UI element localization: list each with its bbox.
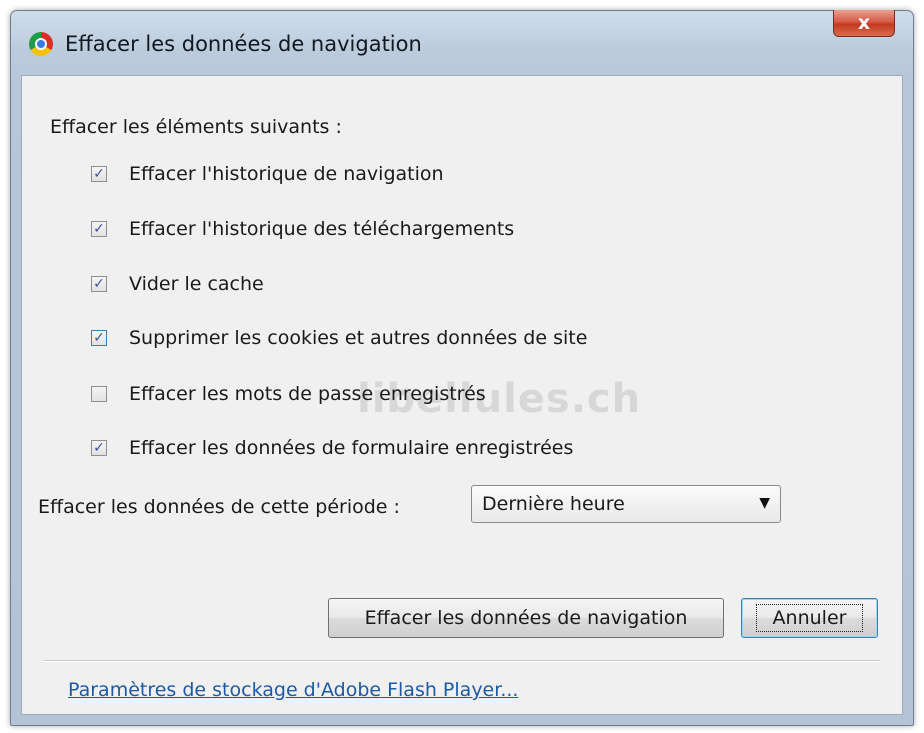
checkbox-passwords[interactable] [91, 386, 107, 402]
checkmark-icon: ✓ [93, 330, 105, 346]
divider [44, 660, 880, 662]
cancel-button[interactable]: Annuler [741, 598, 878, 638]
option-label: Effacer l'historique de navigation [129, 163, 444, 185]
checkmark-icon: ✓ [93, 166, 105, 182]
checkbox-download-history[interactable]: ✓ [91, 221, 107, 237]
option-browsing-history[interactable]: ✓ Effacer l'historique de navigation [91, 160, 444, 188]
period-select-value: Dernière heure [482, 493, 625, 515]
cancel-button-label: Annuler [755, 604, 864, 632]
option-label: Effacer les données de formulaire enregi… [129, 437, 574, 459]
flash-storage-link[interactable]: Paramètres de stockage d'Adobe Flash Pla… [68, 679, 518, 701]
title-bar[interactable]: Effacer les données de navigation x [11, 10, 913, 73]
section-label: Effacer les éléments suivants : [50, 116, 342, 138]
dropdown-arrow-icon: ▼ [759, 495, 770, 511]
period-label: Effacer les données de cette période : [38, 496, 400, 518]
checkmark-icon: ✓ [93, 221, 105, 237]
clear-data-button-label: Effacer les données de navigation [364, 607, 688, 629]
option-download-history[interactable]: ✓ Effacer l'historique des téléchargemen… [91, 215, 514, 243]
window-title: Effacer les données de navigation [65, 32, 422, 56]
option-passwords[interactable]: Effacer les mots de passe enregistrés [91, 380, 486, 408]
close-button[interactable]: x [833, 10, 895, 37]
option-cache[interactable]: ✓ Vider le cache [91, 270, 264, 298]
dialog-window: Effacer les données de navigation x Effa… [10, 10, 914, 726]
option-label: Vider le cache [129, 273, 264, 295]
option-label: Effacer l'historique des téléchargements [129, 218, 515, 240]
checkbox-browsing-history[interactable]: ✓ [91, 166, 107, 182]
checkbox-cache[interactable]: ✓ [91, 276, 107, 292]
option-form-data[interactable]: ✓ Effacer les données de formulaire enre… [91, 434, 573, 462]
chrome-logo-icon [29, 32, 53, 56]
dialog-content: Effacer les éléments suivants : ✓ Efface… [21, 75, 903, 715]
option-cookies[interactable]: ✓ Supprimer les cookies et autres donnée… [91, 324, 587, 352]
checkmark-icon: ✓ [93, 440, 105, 456]
period-select[interactable]: Dernière heure ▼ [471, 485, 781, 523]
checkbox-cookies[interactable]: ✓ [91, 330, 107, 346]
clear-data-button[interactable]: Effacer les données de navigation [328, 598, 724, 638]
option-label: Supprimer les cookies et autres données … [129, 327, 588, 349]
checkmark-icon: ✓ [93, 276, 105, 292]
option-label: Effacer les mots de passe enregistrés [129, 383, 486, 405]
checkbox-form-data[interactable]: ✓ [91, 440, 107, 456]
